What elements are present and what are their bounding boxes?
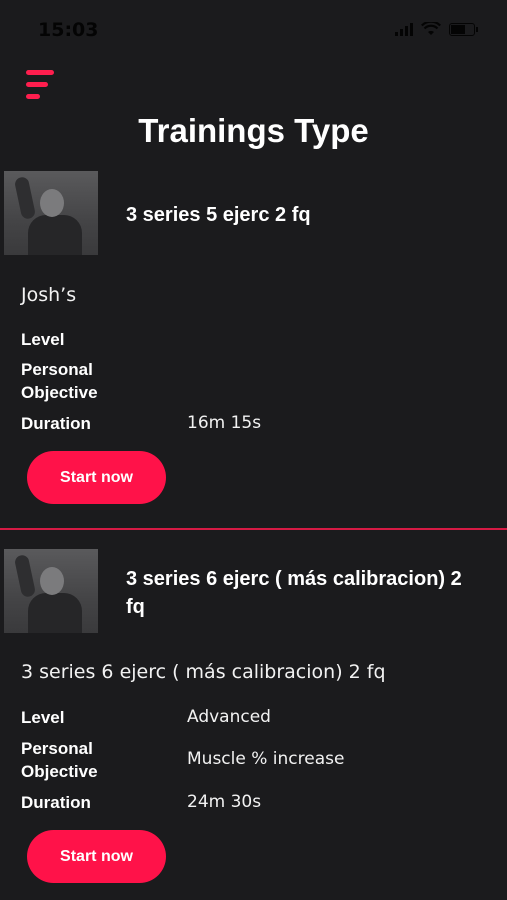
training-description: Josh’s bbox=[21, 284, 77, 306]
level-value: Advanced bbox=[187, 707, 271, 727]
duration-label: Duration bbox=[21, 793, 91, 812]
objective-label-line1: Personal bbox=[21, 360, 93, 379]
objective-label-line2: Objective bbox=[21, 762, 98, 781]
training-description: 3 series 6 ejerc ( más calibracion) 2 fq bbox=[21, 661, 386, 683]
training-title: 3 series 6 ejerc ( más calibracion) 2 fq bbox=[126, 568, 462, 618]
status-time: 15:03 bbox=[38, 19, 99, 41]
page-title: Trainings Type bbox=[138, 112, 369, 149]
duration-label: Duration bbox=[21, 414, 91, 433]
training-thumbnail bbox=[4, 549, 98, 633]
training-thumbnail bbox=[4, 171, 98, 255]
objective-label-line1: Personal bbox=[21, 739, 93, 758]
menu-icon[interactable] bbox=[26, 70, 58, 104]
objective-value: Muscle % increase bbox=[187, 749, 345, 769]
training-title: 3 series 5 ejerc 2 fq bbox=[126, 204, 311, 226]
status-icons bbox=[395, 22, 478, 36]
duration-value: 16m 15s bbox=[187, 413, 262, 433]
card-divider bbox=[0, 528, 507, 530]
signal-icon bbox=[395, 23, 413, 36]
status-bar: 15:03 bbox=[0, 0, 507, 52]
battery-icon bbox=[449, 23, 478, 36]
level-label: Level bbox=[21, 708, 65, 727]
objective-label-line2: Objective bbox=[21, 383, 98, 402]
wifi-icon bbox=[421, 22, 441, 35]
start-now-button[interactable]: Start now bbox=[27, 451, 166, 504]
level-label: Level bbox=[21, 330, 65, 349]
duration-value: 24m 30s bbox=[187, 792, 262, 812]
start-now-button[interactable]: Start now bbox=[27, 830, 166, 883]
